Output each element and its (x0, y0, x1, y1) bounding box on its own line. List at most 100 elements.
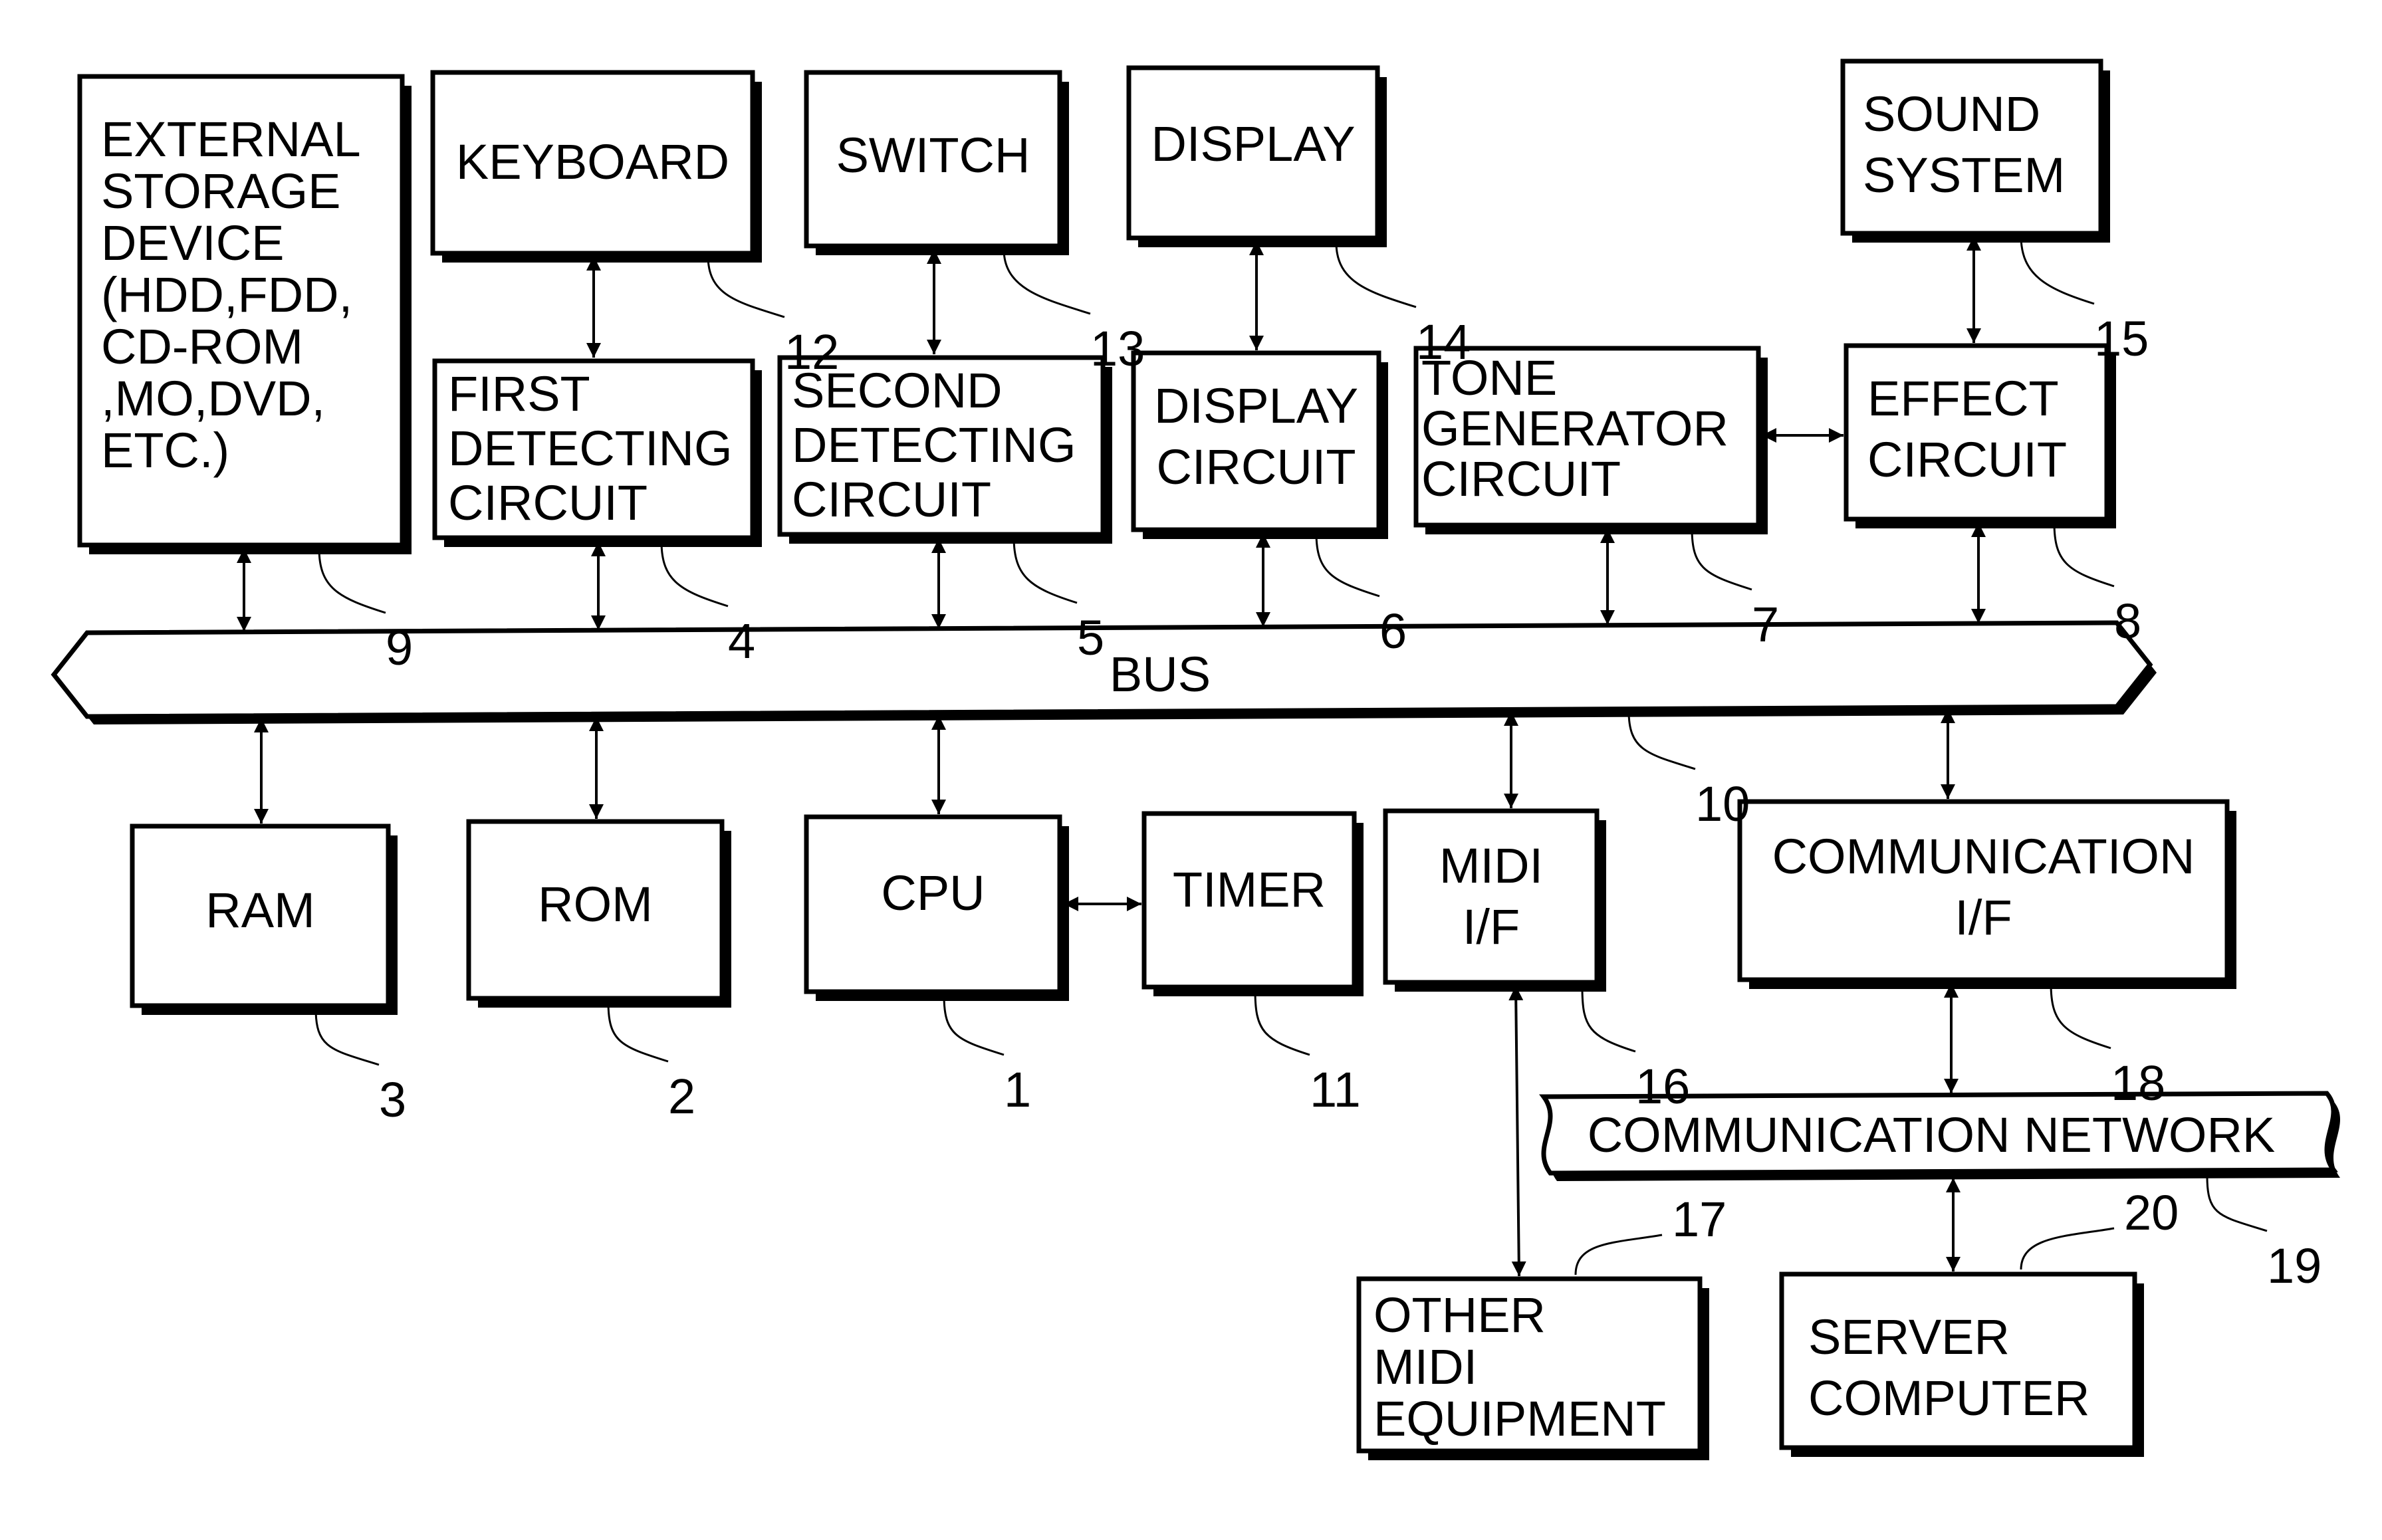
block-label: TIMER (1173, 862, 1326, 917)
block-communication-if: COMMUNICATION I/F (1737, 799, 2236, 989)
block-diagram: EXTERNALSTORAGEDEVICE(HDD,FDD,CD-ROM,MO,… (51, 58, 2340, 1460)
block-label: COMPUTER (1808, 1371, 2089, 1426)
ref-numeral: 19 (2267, 1238, 2322, 1293)
leader-bus (1627, 711, 1696, 770)
leader-server-computer (2020, 1227, 2115, 1270)
block-label: RAM (205, 883, 314, 938)
leader-ram (314, 1008, 380, 1066)
ref-numeral: 9 (386, 620, 413, 675)
block-label: SWITCH (836, 128, 1030, 183)
block-display: DISPLAY (1126, 65, 1387, 247)
leader-communication-if (2050, 983, 2111, 1049)
block-label: EFFECT (1867, 371, 2059, 426)
block-label: COMMUNICATION (1772, 829, 2195, 884)
block-ram: RAM (130, 824, 398, 1015)
leader-cpu (943, 995, 1005, 1056)
ref-numeral: 14 (1416, 314, 1471, 370)
ref-numeral: 7 (1752, 597, 1779, 652)
ref-numeral: 5 (1077, 610, 1104, 665)
block-label: EQUIPMENT (1373, 1391, 1666, 1446)
ref-numeral: 8 (2114, 594, 2141, 649)
block-cpu: CPU (804, 814, 1069, 1001)
block-effect-circuit: EFFECT CIRCUIT (1844, 343, 2116, 528)
block-label: STORAGE (101, 164, 341, 219)
block-label: DEVICE (101, 215, 285, 271)
block-bus: BUS (51, 620, 2157, 724)
block-display-circuit: DISPLAY CIRCUIT (1131, 350, 1388, 539)
ref-numeral: 11 (1310, 1062, 1361, 1117)
block-label: DISPLAY (1154, 378, 1358, 433)
block-label: CIRCUIT (1867, 432, 2067, 487)
ref-numeral: 20 (2124, 1185, 2179, 1240)
block-label: SOUND (1863, 86, 2040, 142)
ref-numeral: 4 (728, 613, 755, 669)
block-label: MIDI (1373, 1339, 1477, 1394)
leader-rom (607, 1002, 669, 1063)
block-label: EXTERNAL (101, 112, 361, 167)
block-label: ,MO,DVD, (101, 371, 325, 426)
leader-display (1335, 242, 1417, 308)
ref-numeral: 18 (2111, 1055, 2165, 1111)
block-label: ROM (538, 877, 653, 932)
leader-effect-circuit (2053, 522, 2115, 588)
block-keyboard: KEYBOARD (430, 70, 762, 263)
ref-numeral: 1 (1004, 1062, 1031, 1117)
block-label: CIRCUIT (448, 475, 648, 530)
block-label: I/F (1955, 890, 2012, 945)
leader-switch (1003, 249, 1091, 315)
ref-numeral: 15 (2094, 311, 2149, 366)
leader-second-detecting (1012, 536, 1078, 604)
block-label: CIRCUIT (1421, 451, 1621, 506)
leader-timer (1254, 990, 1310, 1056)
block-label: CIRCUIT (792, 472, 991, 527)
block-label: DETECTING (792, 417, 1076, 473)
leader-sound-system (2020, 235, 2095, 305)
leader-external-storage (318, 548, 386, 614)
block-timer: TIMER (1141, 811, 1364, 996)
block-other-midi: OTHERMIDIEQUIPMENT (1356, 1276, 1709, 1460)
block-midi-if: MIDI I/F (1383, 808, 1606, 992)
arrow-midi-if-other-midi (1508, 985, 1526, 1277)
leader-first-detecting (660, 541, 729, 607)
block-label: CIRCUIT (1156, 439, 1356, 495)
block-label: (HDD,FDD, (101, 267, 352, 322)
leader-other-midi (1574, 1234, 1663, 1275)
block-second-detecting: SECONDDETECTINGCIRCUIT (777, 355, 1112, 544)
block-switch: SWITCH (804, 70, 1069, 255)
block-label: I/F (1463, 899, 1520, 954)
block-label: KEYBOARD (456, 134, 729, 189)
ref-numeral: 16 (1635, 1059, 1690, 1114)
block-server-computer: SERVER COMPUTER (1779, 1271, 2144, 1457)
block-label: DETECTING (448, 421, 733, 476)
ref-numeral: 12 (784, 324, 839, 380)
block-label: SERVER (1808, 1309, 2010, 1365)
leader-midi-if (1581, 986, 1636, 1053)
block-rom: ROM (466, 819, 731, 1008)
ref-numeral: 2 (668, 1069, 695, 1124)
block-external-storage: EXTERNALSTORAGEDEVICE(HDD,FDD,CD-ROM,MO,… (77, 74, 412, 554)
ref-numeral: 13 (1090, 321, 1145, 376)
block-label: OTHER (1373, 1287, 1546, 1343)
ref-numeral: 6 (1379, 604, 1407, 659)
leader-tone-generator (1691, 528, 1752, 591)
block-label: ETC.) (101, 423, 229, 478)
ref-numeral: 10 (1695, 776, 1750, 831)
leader-communication-network (2206, 1176, 2268, 1232)
bus-label: BUS (1110, 647, 1211, 702)
block-label: DISPLAY (1151, 116, 1355, 171)
leader-display-circuit (1315, 532, 1380, 598)
blocks: EXTERNALSTORAGEDEVICE(HDD,FDD,CD-ROM,MO,… (51, 58, 2340, 1460)
block-first-detecting: FIRSTDETECTINGCIRCUIT (432, 358, 762, 547)
ref-numeral: 3 (379, 1072, 406, 1127)
block-label: CPU (881, 865, 985, 921)
block-label: CD-ROM (101, 319, 303, 374)
block-tone-generator: TONEGENERATORCIRCUIT (1413, 346, 1768, 534)
ref-numeral: 17 (1672, 1192, 1727, 1247)
block-label: GENERATOR (1421, 401, 1728, 456)
network-label: COMMUNICATION NETWORK (1588, 1107, 2276, 1162)
block-label: MIDI (1439, 838, 1543, 893)
block-frame (1383, 808, 1600, 985)
block-label: SYSTEM (1863, 148, 2065, 203)
block-label: FIRST (448, 366, 590, 421)
block-sound-system: SOUND SYSTEM (1840, 58, 2110, 243)
